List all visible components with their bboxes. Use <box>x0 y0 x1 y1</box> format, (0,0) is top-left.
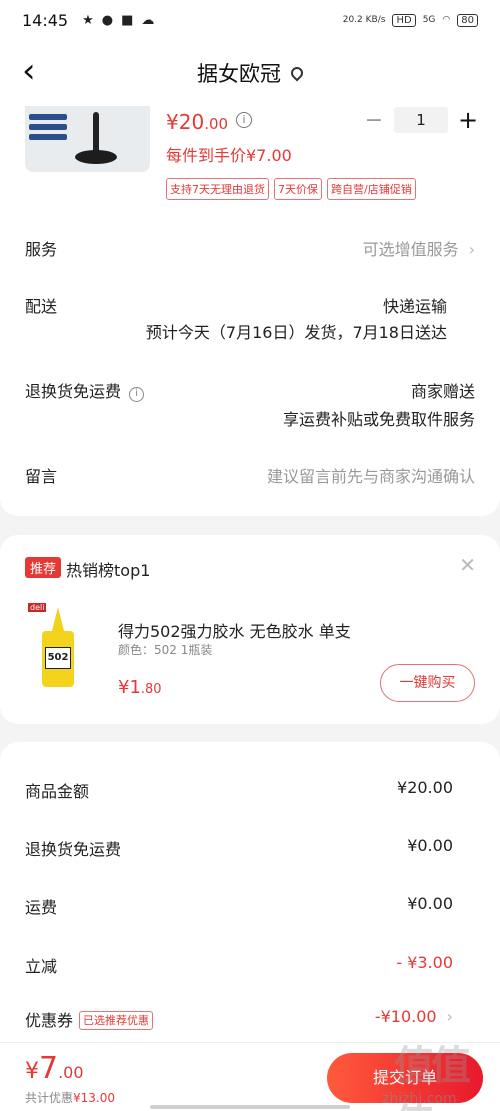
delivery-eta: 预计今天（7月16日）发货，7月18日送达 <box>145 323 447 342</box>
chevron-right-icon: › <box>468 240 475 259</box>
star-icon: ★ <box>82 12 94 28</box>
summary-row-discount: 立减 - ¥3.00 <box>25 953 453 976</box>
service-row[interactable]: 服务 可选增值服务 › <box>25 236 475 260</box>
product-thumbnail[interactable] <box>25 106 150 172</box>
bottle-label: 502 <box>45 647 71 669</box>
wifi-icon: ◠ <box>442 15 451 25</box>
close-icon[interactable]: ✕ <box>459 553 476 577</box>
summary-row-return-shipping: 退换货免运费 ¥0.00 <box>25 836 453 859</box>
quantity-field[interactable]: 1 <box>394 107 448 133</box>
total-savings: 共计优惠¥13.00 <box>25 1091 116 1105</box>
product-price: ¥20.00 <box>166 110 229 134</box>
delivery-label: 配送 <box>25 297 58 316</box>
summary-row-shipping: 运费 ¥0.00 <box>25 894 453 917</box>
summary-row-coupon[interactable]: 优惠券 已选推荐优惠 -¥10.00 › <box>25 1007 453 1031</box>
thumb-label-bar <box>29 134 67 140</box>
service-value: 可选增值服务 › <box>362 240 475 259</box>
coupon-tag: 已选推荐优惠 <box>79 1011 154 1030</box>
status-bar: 14:45 ★ ● ■ ☁ 20.2 KB/s HD 5G ◠ 80 <box>0 0 500 40</box>
bottle-cap <box>52 607 64 631</box>
thumb-label-bar <box>29 114 67 120</box>
hd-icon: HD <box>392 13 416 27</box>
note-label: 留言 <box>25 467 58 486</box>
summary-row-goods: 商品金额 ¥20.00 <box>25 778 453 801</box>
price-summary-card: 商品金额 ¥20.00 退换货免运费 ¥0.00 运费 ¥0.00 立减 - ¥3.00… <box>0 742 500 1042</box>
submit-order-button[interactable]: 提交订单 <box>327 1053 483 1103</box>
badge-price-protect: 7天价保 <box>274 178 322 200</box>
recommendation-card: 推荐 热销榜top1 ✕ deli 502 得力502强力胶水 无色胶水 单支 … <box>0 535 500 724</box>
info-icon[interactable]: i <box>129 387 145 402</box>
badge-promo: 跨自营/店铺促销 <box>327 178 416 200</box>
recommend-product-name[interactable]: 得力502强力胶水 无色胶水 单支 <box>118 618 351 642</box>
return-row[interactable]: 退换货免运费 i 商家赠送 享运费补贴或免费取件服务 <box>25 378 475 430</box>
one-click-buy-button[interactable]: 一键购买 <box>380 664 475 702</box>
location-pin-icon[interactable] <box>288 64 306 82</box>
checkout-bar: ¥7.00 共计优惠¥13.00 提交订单 <box>0 1042 500 1111</box>
recommend-product-spec: 颜色：502 1瓶装 <box>118 643 213 657</box>
return-detail: 享运费补贴或免费取件服务 <box>282 410 475 429</box>
decrease-button[interactable]: − <box>362 108 386 133</box>
badge-return: 支持7天无理由退货 <box>166 178 269 200</box>
service-label: 服务 <box>25 240 58 259</box>
status-notification-icons: ★ ● ■ ☁ <box>82 13 154 28</box>
return-value: 商家赠送 <box>410 382 475 401</box>
total-price: ¥7.00 <box>25 1051 84 1086</box>
quantity-stepper: − 1 + <box>362 106 480 134</box>
per-unit-price: 每件到手价¥7.00 <box>166 146 292 165</box>
status-time: 14:45 <box>22 10 69 30</box>
back-arrow-icon[interactable]: ‹ <box>22 54 36 88</box>
price-info-icon[interactable]: i <box>236 112 252 128</box>
home-indicator[interactable] <box>150 1105 350 1109</box>
chevron-right-icon: › <box>446 1007 453 1026</box>
status-system-icons: 20.2 KB/s HD 5G ◠ 80 <box>342 13 478 27</box>
cloud-icon: ☁ <box>141 12 155 28</box>
return-label: 退换货免运费 i <box>25 378 145 402</box>
battery-icon: 80 <box>457 13 478 27</box>
wechat-icon: ● <box>101 12 114 28</box>
note-row[interactable]: 留言 建议留言前先与商家沟通确认 <box>25 463 475 487</box>
page-title: 据女欧冠 <box>197 62 281 86</box>
thumb-label-bar <box>29 124 67 130</box>
glue-product-image[interactable]: deli 502 <box>28 603 88 693</box>
delivery-method: 快递运输 <box>382 297 447 316</box>
delivery-row[interactable]: 配送 快递运输 预计今天（7月16日）发货，7月18日送达 <box>25 293 475 343</box>
nav-bar: ‹ 据女欧冠 <box>0 40 500 106</box>
order-card: ¥20.00 i 每件到手价¥7.00 − 1 + 支持7天无理由退货 7天价保… <box>0 106 500 516</box>
increase-button[interactable]: + <box>456 106 480 134</box>
signal-icon: 5G <box>422 15 436 25</box>
note-input[interactable]: 建议留言前先与商家沟通确认 <box>267 463 475 487</box>
service-badges: 支持7天无理由退货 7天价保 跨自营/店铺促销 <box>166 178 416 200</box>
recommend-title: 热销榜top1 <box>66 561 151 580</box>
app-icon: ■ <box>121 12 134 28</box>
brand-logo: deli <box>28 603 47 612</box>
net-speed: 20.2 KB/s <box>342 15 386 25</box>
recommend-badge: 推荐 <box>25 557 62 578</box>
recommend-price: ¥1.80 <box>118 677 162 698</box>
stand-base <box>75 150 117 164</box>
